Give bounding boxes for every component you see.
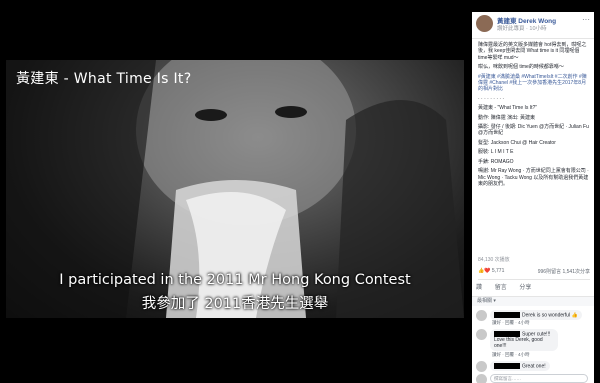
credit-line: 服裝: L I M I T E [478, 149, 514, 156]
commenter-avatar[interactable] [476, 310, 487, 321]
credit-line: 攝影: 發仔 / 後期: Dic Yuen @方而世紀 · Julian Fu … [478, 124, 589, 137]
credit-line: 鳴謝: Mr Ray Wong · 方而世紀同上黨會有限公司 · Mic Won… [478, 168, 589, 187]
subtitle-english: I participated in the 2011 Mr Hong Kong … [59, 272, 411, 288]
credit-line: 髮型: Jackson Chui @ Hair Creator [478, 139, 556, 146]
share-button[interactable]: 分享 [519, 285, 531, 291]
commenter-avatar[interactable] [476, 361, 487, 372]
comment-sort-dropdown[interactable]: 最相關 ▾ [472, 296, 594, 306]
comment-text: Derek is so wonderful 👍 [522, 312, 578, 319]
comment-share-count[interactable]: 996則留言 1,541次分享 [538, 268, 590, 275]
comment-bubble: Great one! [490, 361, 550, 372]
comment-bubble: Derek is so wonderful 👍 [490, 310, 582, 321]
reaction-count[interactable]: 5,771 [492, 268, 505, 274]
subtitle-chinese: 我參加了 2011香港先生選舉 [141, 296, 329, 312]
like-button[interactable]: 讚 [476, 285, 482, 291]
write-comment-row: 撰寫留言…… [476, 374, 590, 383]
redacted-name [494, 312, 520, 318]
credit-line: 手錶: ROMAGO [478, 158, 514, 165]
post-hashtags[interactable]: #黃建東 #滿臉滄桑 #WhatTimeIsIt #二次創作 #陳偉霆 #Cha… [478, 74, 590, 93]
action-bar: 讚 留言 分享 [476, 282, 590, 292]
comment-meta[interactable]: 讚好 · 回覆 · 4小時 [492, 352, 530, 358]
post-paragraph: 陳偉霆最近的英文版多媒體會 hot得去到，咁呢之後，我 keep佳閑去問 Wha… [478, 42, 587, 61]
comment-input[interactable]: 撰寫留言…… [490, 374, 588, 383]
post-header: 黃建東 Derek Wong 讚好此專頁 · 10小時 ··· [472, 12, 594, 39]
reaction-bar: 👍❤️ 5,771 996則留言 1,541次分享 [478, 268, 590, 280]
video-title: 黃建東 - What Time Is It? [16, 71, 192, 87]
post-body: 陳偉霆最近的英文版多媒體會 hot得去到，咁呢之後，我 keep佳閑去問 Wha… [478, 42, 590, 190]
credit-line: 動作: 陳偉霆 演出: 黃建東 [478, 114, 535, 121]
view-count: 84,130 次播放 [478, 257, 510, 263]
user-avatar [476, 374, 487, 383]
redacted-name [494, 363, 520, 369]
post-panel: 黃建東 Derek Wong 讚好此專頁 · 10小時 ··· 陳偉霆最近的英文… [472, 12, 594, 383]
more-options-icon[interactable]: ··· [582, 15, 590, 24]
commenter-avatar[interactable] [476, 329, 487, 340]
comment-meta[interactable]: 讚好 · 回覆 · 4小時 [492, 320, 530, 326]
comment-bubble: Super cute!!! Love this Derek, good one!… [490, 329, 558, 352]
page-avatar[interactable] [476, 15, 493, 32]
post-divider: · · · · · · · · · [478, 95, 505, 102]
comment-button[interactable]: 留言 [495, 285, 507, 291]
post-paragraph: 咁仏，咪飲到呢個 time的時候都靠喺～ [478, 64, 564, 71]
redacted-name [494, 331, 520, 337]
like-reaction-icon[interactable]: 👍❤️ [478, 268, 490, 274]
comment-text: Great one! [522, 363, 546, 370]
video-viewer: 黃建東 - What Time Is It? I participated in… [0, 0, 470, 383]
video-player[interactable]: 黃建東 - What Time Is It? I participated in… [6, 60, 464, 318]
page-subline: 讚好此專頁 · 10小時 [497, 26, 547, 32]
post-song-line: 黃建東 - "What Time Is It?" [478, 105, 538, 112]
